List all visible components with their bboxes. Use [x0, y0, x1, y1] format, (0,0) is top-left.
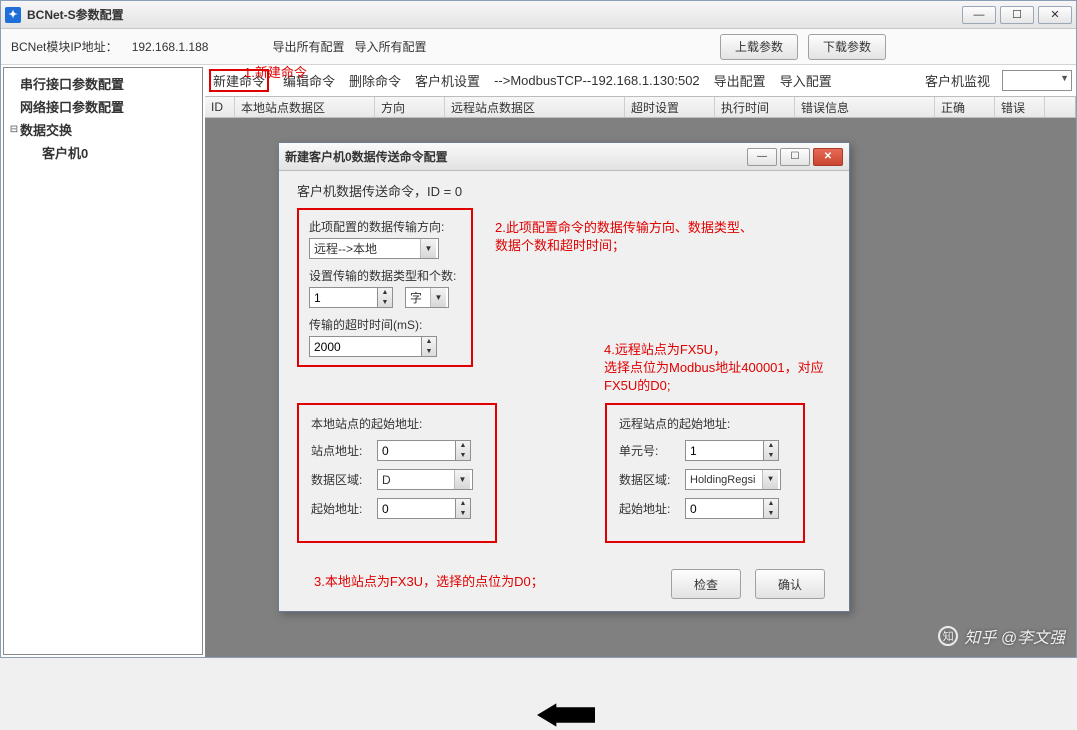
- import-all-link[interactable]: 导入所有配置: [354, 38, 426, 55]
- import-config[interactable]: 导入配置: [780, 71, 832, 90]
- timeout-input[interactable]: ▲▼: [309, 336, 439, 357]
- dialog-titlebar: 新建客户机0数据传送命令配置 — ☐ ✕: [279, 143, 849, 171]
- timeout-label: 传输的超时时间(mS):: [309, 316, 461, 333]
- annotation-3: 3.本地站点为FX3U，选择的点位为D0；: [314, 573, 544, 591]
- remote-group: 远程站点的起始地址: 单元号: ▲▼ 数据区域: HoldingRegsi 起始…: [605, 403, 805, 543]
- toolbar: BCNet模块IP地址： 192.168.1.188 导出所有配置 导入所有配置…: [1, 29, 1076, 65]
- local-site-label: 站点地址:: [311, 442, 371, 459]
- type-label: 设置传输的数据类型和个数:: [309, 267, 461, 284]
- type-select[interactable]: 字: [405, 287, 449, 308]
- direction-label: 此项配置的数据传输方向:: [309, 218, 461, 235]
- window-title: BCNet-S参数配置: [27, 6, 124, 23]
- export-all-link[interactable]: 导出所有配置: [272, 38, 344, 55]
- remote-unit-label: 单元号:: [619, 442, 679, 459]
- local-site-field[interactable]: [377, 440, 455, 461]
- watermark: 知 知乎 @李文强: [938, 624, 1065, 648]
- dialog-caption: 客户机数据传送命令，ID = 0: [297, 181, 831, 200]
- annotation-2: 2.此项配置命令的数据传输方向、数据类型、数据个数和超时时间；: [495, 219, 755, 255]
- remote-start-input[interactable]: ▲▼: [685, 498, 781, 519]
- ip-label: BCNet模块IP地址：: [11, 38, 118, 55]
- tree-item-client0[interactable]: 客户机0: [6, 141, 200, 164]
- col-timeout: 超时设置: [625, 97, 715, 117]
- local-start-input[interactable]: ▲▼: [377, 498, 473, 519]
- tree-item-network[interactable]: 网络接口参数配置: [6, 95, 200, 118]
- ok-button[interactable]: 确认: [755, 569, 825, 599]
- arrow-icon: [537, 703, 595, 727]
- minimize-button[interactable]: —: [962, 6, 996, 24]
- direction-group: 此项配置的数据传输方向: 远程-->本地 设置传输的数据类型和个数: ▲▼ 字 …: [297, 208, 473, 367]
- command-bar: 新建命令 编辑命令 删除命令 客户机设置 -->ModbusTCP--192.1…: [205, 65, 1076, 96]
- grid-header: ID 本地站点数据区 方向 远程站点数据区 超时设置 执行时间 错误信息 正确 …: [205, 96, 1076, 118]
- local-area-label: 数据区域:: [311, 471, 371, 488]
- dialog-title: 新建客户机0数据传送命令配置: [285, 148, 448, 165]
- col-direction: 方向: [375, 97, 445, 117]
- upload-button[interactable]: 上载参数: [720, 34, 798, 60]
- timeout-down-icon[interactable]: ▼: [422, 347, 436, 357]
- col-correct: 正确: [935, 97, 995, 117]
- col-error: 错误: [995, 97, 1045, 117]
- dialog-minimize-button[interactable]: —: [747, 148, 777, 166]
- remote-unit-input[interactable]: ▲▼: [685, 440, 781, 461]
- direction-select[interactable]: 远程-->本地: [309, 238, 439, 259]
- timeout-up-icon[interactable]: ▲: [422, 337, 436, 347]
- remote-header: 远程站点的起始地址:: [619, 415, 791, 432]
- titlebar: ✦ BCNet-S参数配置 — ☐ ✕: [1, 1, 1076, 29]
- export-config[interactable]: 导出配置: [714, 71, 766, 90]
- dialog-maximize-button[interactable]: ☐: [780, 148, 810, 166]
- monitor-select[interactable]: [1002, 70, 1072, 91]
- remote-unit-field[interactable]: [685, 440, 763, 461]
- close-button[interactable]: ✕: [1038, 6, 1072, 24]
- remote-area-label: 数据区域:: [619, 471, 679, 488]
- app-icon: ✦: [5, 7, 21, 23]
- tree-item-data-exchange[interactable]: ⊟数据交换: [6, 118, 200, 141]
- zhihu-icon: 知: [938, 626, 958, 646]
- monitor-label: 客户机监视: [925, 71, 990, 90]
- remote-area-select[interactable]: HoldingRegsi: [685, 469, 781, 490]
- tree-item-serial[interactable]: 串行接口参数配置: [6, 72, 200, 95]
- delete-command[interactable]: 删除命令: [349, 71, 401, 90]
- check-button[interactable]: 检查: [671, 569, 741, 599]
- annotation-4: 4.远程站点为FX5U， 选择点位为Modbus地址400001，对应FX5U的…: [604, 341, 834, 396]
- col-id: ID: [205, 97, 235, 117]
- local-header: 本地站点的起始地址:: [311, 415, 483, 432]
- local-start-label: 起始地址:: [311, 500, 371, 517]
- dialog: 新建客户机0数据传送命令配置 — ☐ ✕ 客户机数据传送命令，ID = 0 此项…: [278, 142, 850, 612]
- count-up-icon[interactable]: ▲: [378, 288, 392, 298]
- maximize-button[interactable]: ☐: [1000, 6, 1034, 24]
- local-start-field[interactable]: [377, 498, 455, 519]
- ip-value: 192.168.1.188: [132, 40, 209, 54]
- download-button[interactable]: 下载参数: [808, 34, 886, 60]
- sidebar-tree: 串行接口参数配置 网络接口参数配置 ⊟数据交换 客户机0: [3, 67, 203, 655]
- connection-info: -->ModbusTCP--192.168.1.130:502: [494, 73, 700, 88]
- client-settings[interactable]: 客户机设置: [415, 71, 480, 90]
- count-input[interactable]: ▲▼: [309, 287, 395, 308]
- local-area-select[interactable]: D: [377, 469, 473, 490]
- timeout-field[interactable]: [309, 336, 421, 357]
- col-error-info: 错误信息: [795, 97, 935, 117]
- dialog-close-button[interactable]: ✕: [813, 148, 843, 166]
- col-remote-area: 远程站点数据区: [445, 97, 625, 117]
- annotation-1: 1.新建命令: [244, 64, 307, 82]
- collapse-icon[interactable]: ⊟: [8, 124, 20, 135]
- count-field[interactable]: [309, 287, 377, 308]
- remote-start-field[interactable]: [685, 498, 763, 519]
- col-exec-time: 执行时间: [715, 97, 795, 117]
- local-site-input[interactable]: ▲▼: [377, 440, 473, 461]
- col-local-area: 本地站点数据区: [235, 97, 375, 117]
- count-down-icon[interactable]: ▼: [378, 298, 392, 308]
- local-group: 本地站点的起始地址: 站点地址: ▲▼ 数据区域: D 起始地址:: [297, 403, 497, 543]
- remote-start-label: 起始地址:: [619, 500, 679, 517]
